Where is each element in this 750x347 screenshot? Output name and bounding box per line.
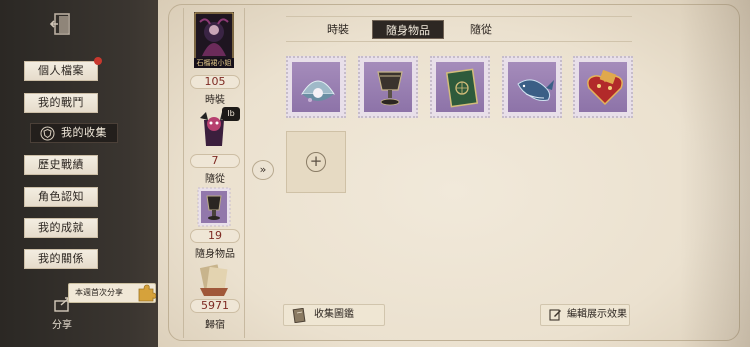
item-slot[interactable] [502,56,562,118]
share-tip-text: 本週首次分享 [75,288,123,297]
tab-accessories[interactable]: 隨身物品 [372,20,444,39]
shield-icon [40,126,55,141]
pet-count: 7 [190,154,240,168]
edit-display-button[interactable]: 編輯展示效果 [540,304,630,326]
exit-door-icon[interactable] [49,12,75,36]
item-slot[interactable] [430,56,490,118]
sidebar-item-character-cognition[interactable]: 角色認知 [24,187,98,207]
item-slot[interactable] [286,56,346,118]
accessory-count: 19 [190,229,240,243]
accessory-label: 隨身物品 [195,249,235,260]
homecoming-thumbnail[interactable] [194,260,234,298]
expand-arrow-button[interactable]: » [252,160,274,180]
double-chevron-right-icon: » [259,163,267,176]
heart-box-icon [587,69,623,106]
accessory-thumbnail[interactable] [194,186,234,228]
notification-dot [94,57,102,65]
sidebar-item-profile[interactable]: 個人檔案 [24,61,98,81]
puzzle-piece-icon [138,284,156,302]
green-book-icon [445,68,479,108]
costume-label: 時裝 [205,95,225,106]
costume-card-label: 石榴裙小姐 [196,59,232,67]
book-icon [292,308,306,323]
share-label[interactable]: 分享 [52,316,72,331]
sidebar-item-label: 我的收集 [61,126,107,139]
homecoming-count: 5971 [190,299,240,313]
tab-costume[interactable]: 時裝 [308,20,368,39]
pet-badge: Ib [222,107,240,121]
pearl-shell-icon [301,80,335,102]
tab-bar: 時裝 隨身物品 隨從 [286,16,632,42]
goblet-icon [377,71,403,106]
add-item-slot[interactable]: + [286,131,346,193]
edit-icon [549,309,561,321]
item-slot[interactable] [358,56,418,118]
pet-label: 隨從 [205,174,225,185]
plus-icon: + [306,152,326,172]
sidebar-item-my-battles[interactable]: 我的戰鬥 [24,93,98,113]
whale-icon [517,79,554,101]
sidebar-item-my-collection[interactable]: 我的收集 [30,123,118,143]
sidebar-item-history[interactable]: 歷史戰績 [24,155,98,175]
tab-pets[interactable]: 隨從 [452,20,510,39]
sidebar-item-achievements[interactable]: 我的成就 [24,218,98,238]
sidebar-item-relationships[interactable]: 我的關係 [24,249,98,269]
homecoming-label: 歸宿 [205,320,225,331]
edit-display-label: 編輯展示效果 [567,309,627,320]
collection-album-button[interactable]: 收集圖鑑 [283,304,385,326]
costume-count: 105 [190,75,240,89]
collection-album-label: 收集圖鑑 [314,309,354,320]
profile-screen: 個人檔案 我的戰鬥 我的收集 歷史戰績 角色認知 我的成就 我的關係 分享 本週… [0,0,750,347]
item-slot[interactable] [573,56,633,118]
